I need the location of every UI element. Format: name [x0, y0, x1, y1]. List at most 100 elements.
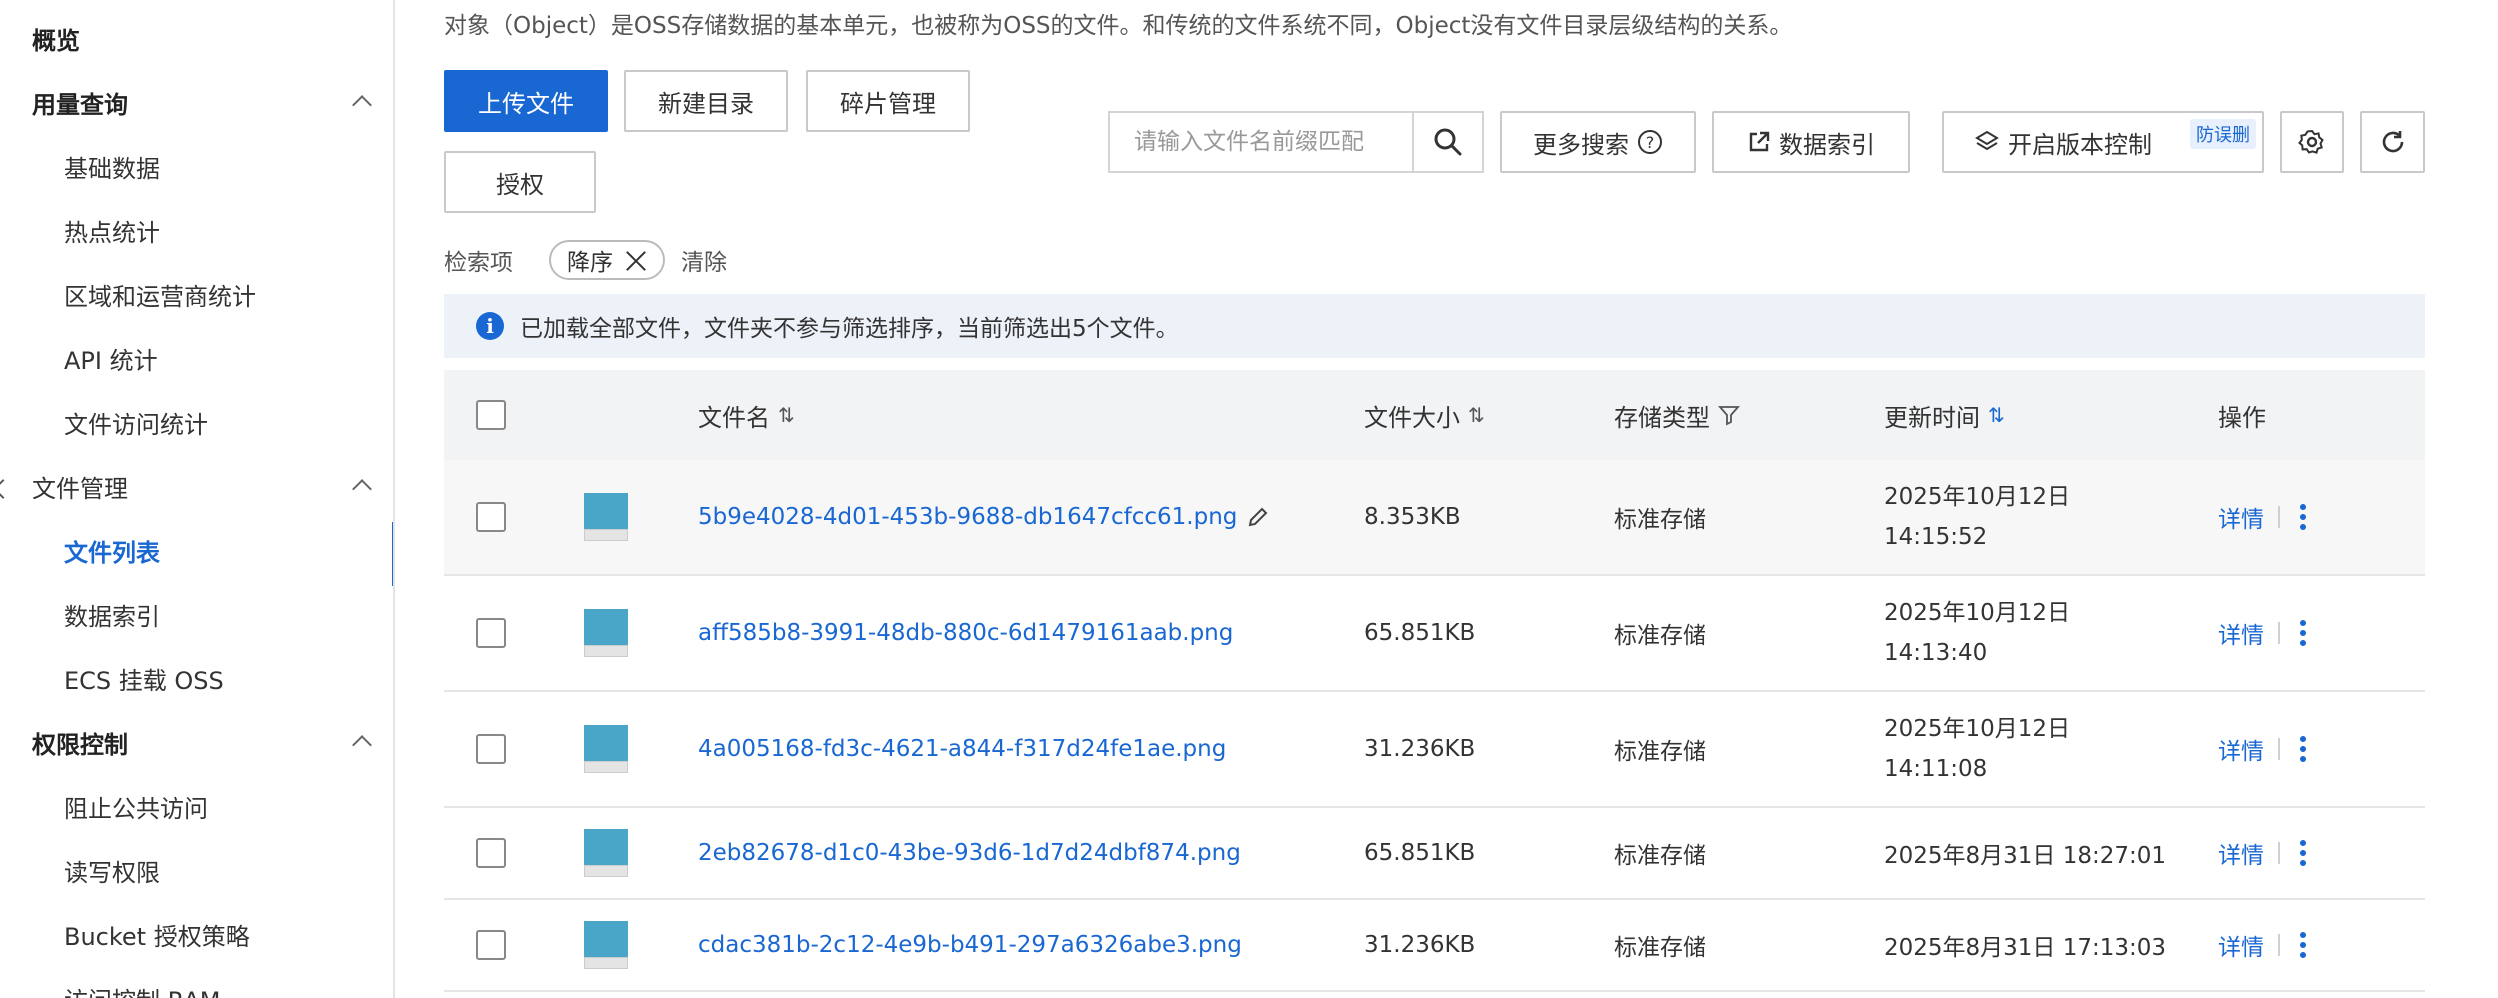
more-actions-icon[interactable]	[2294, 620, 2312, 646]
file-name-link[interactable]: aff585b8-3991-48db-880c-6d1479161aab.png	[698, 620, 1233, 646]
refresh-button[interactable]	[2360, 111, 2425, 173]
row-checkbox[interactable]	[476, 838, 506, 868]
gear-icon	[2298, 129, 2324, 154]
detail-link[interactable]: 详情	[2218, 616, 2264, 650]
table-row[interactable]: 5b9e4028-4d01-453b-9688-db1647cfcc61.png…	[444, 460, 2425, 576]
info-icon: i	[476, 312, 504, 340]
header-filename[interactable]: 文件名 ⇅	[698, 370, 795, 460]
anti-deletion-badge: 防误删	[2190, 119, 2256, 149]
sidebar-item-basic-data[interactable]: 基础数据	[0, 138, 393, 194]
sidebar-item-hotspot[interactable]: 热点统计	[0, 202, 393, 258]
edit-pencil-icon[interactable]	[1247, 506, 1269, 528]
sidebar-group-file-mgmt[interactable]: 文件管理	[0, 458, 393, 514]
sidebar-item-file-list[interactable]: 文件列表	[0, 522, 393, 586]
sidebar-item-file-access-stats[interactable]: 文件访问统计	[0, 394, 393, 450]
updated-time: 2025年10月12日 14:11:08	[1884, 716, 2071, 782]
search-input[interactable]	[1110, 113, 1412, 171]
sidebar-item-api-stats[interactable]: API 统计	[0, 330, 393, 386]
chevron-up-icon	[352, 95, 372, 115]
settings-button[interactable]	[2280, 111, 2344, 173]
row-checkbox[interactable]	[476, 618, 506, 648]
more-actions-icon[interactable]	[2294, 504, 2312, 530]
file-name-link[interactable]: cdac381b-2c12-4e9b-b491-297a6326abe3.png	[698, 932, 1242, 958]
layers-icon	[1975, 130, 1999, 151]
filter-row: 检索项 降序 清除	[444, 238, 727, 282]
clear-filters-link[interactable]: 清除	[681, 243, 727, 277]
header-storage-type[interactable]: 存储类型	[1614, 370, 1740, 460]
file-name-link[interactable]: 4a005168-fd3c-4621-a844-f317d24fe1ae.png	[698, 736, 1226, 762]
more-actions-icon[interactable]	[2294, 932, 2312, 958]
sidebar-item-region-stats[interactable]: 区域和运营商统计	[0, 266, 393, 322]
sidebar-collapse-handle[interactable]	[0, 470, 8, 510]
detail-link[interactable]: 详情	[2218, 928, 2264, 962]
detail-link[interactable]: 详情	[2218, 836, 2264, 870]
file-size: 31.236KB	[1364, 736, 1476, 762]
sidebar-item-bucket-policy[interactable]: Bucket 授权策略	[0, 906, 393, 962]
authorize-button[interactable]: 授权	[444, 151, 596, 213]
external-link-icon	[1749, 131, 1770, 152]
table-row[interactable]: 2eb82678-d1c0-43be-93d6-1d7d24dbf874.png…	[444, 808, 2425, 900]
row-checkbox[interactable]	[476, 502, 506, 532]
row-checkbox[interactable]	[476, 930, 506, 960]
sidebar-item-data-index[interactable]: 数据索引	[0, 586, 393, 642]
sidebar-item-ram[interactable]: 访问控制 RAM	[0, 970, 393, 998]
storage-type: 标准存储	[1614, 739, 1706, 765]
upload-file-button[interactable]: 上传文件	[444, 70, 608, 132]
table-row[interactable]: aff585b8-3991-48db-880c-6d1479161aab.png…	[444, 576, 2425, 692]
help-circle-icon: ?	[1638, 130, 1662, 154]
sort-icon[interactable]: ⇅	[778, 403, 795, 427]
file-size: 31.236KB	[1364, 932, 1476, 958]
sidebar: 概览 用量查询 基础数据 热点统计 区域和运营商统计 API 统计 文件访问统计…	[0, 0, 395, 998]
sort-icon[interactable]: ⇅	[1468, 403, 1485, 427]
table-header: 文件名 ⇅ 文件大小 ⇅ 存储类型 更新时间 ⇅ 操作	[444, 370, 2425, 460]
sort-desc-icon[interactable]: ⇅	[1988, 403, 2005, 427]
updated-time: 2025年10月12日 14:13:40	[1884, 600, 2071, 666]
filter-chip-descending: 降序	[549, 240, 665, 280]
sidebar-item-rw-permission[interactable]: 读写权限	[0, 842, 393, 898]
file-name-link[interactable]: 2eb82678-d1c0-43be-93d6-1d7d24dbf874.png	[698, 840, 1241, 866]
image-thumbnail-icon[interactable]	[584, 493, 628, 541]
sidebar-group-usage[interactable]: 用量查询	[0, 74, 393, 130]
sidebar-item-block-public[interactable]: 阻止公共访问	[0, 778, 393, 834]
image-thumbnail-icon[interactable]	[584, 921, 628, 969]
header-actions: 操作	[2218, 403, 2266, 432]
file-name-link[interactable]: 5b9e4028-4d01-453b-9688-db1647cfcc61.png	[698, 504, 1237, 530]
detail-link[interactable]: 详情	[2218, 732, 2264, 766]
row-checkbox[interactable]	[476, 734, 506, 764]
storage-type: 标准存储	[1614, 507, 1706, 533]
storage-type: 标准存储	[1614, 935, 1706, 961]
sidebar-item-ecs-mount[interactable]: ECS 挂载 OSS	[0, 650, 393, 706]
info-banner: i 已加载全部文件，文件夹不参与筛选排序，当前筛选出5个文件。	[444, 294, 2425, 358]
image-thumbnail-icon[interactable]	[584, 609, 628, 657]
file-size: 8.353KB	[1364, 504, 1461, 530]
chevron-up-icon	[352, 735, 372, 755]
sidebar-item-overview[interactable]: 概览	[0, 10, 393, 66]
chevron-up-icon	[352, 479, 372, 499]
updated-time: 2025年8月31日 18:27:01	[1884, 843, 2167, 869]
image-thumbnail-icon[interactable]	[584, 725, 628, 773]
image-thumbnail-icon[interactable]	[584, 829, 628, 877]
select-all-checkbox[interactable]	[476, 400, 506, 430]
svg-text:?: ?	[1646, 133, 1655, 152]
storage-type: 标准存储	[1614, 843, 1706, 869]
filter-icon[interactable]	[1718, 404, 1740, 426]
table-row[interactable]: cdac381b-2c12-4e9b-b491-297a6326abe3.png…	[444, 900, 2425, 992]
header-updated-time[interactable]: 更新时间 ⇅	[1884, 370, 2005, 460]
more-actions-icon[interactable]	[2294, 736, 2312, 762]
data-index-button[interactable]: 数据索引	[1712, 111, 1910, 173]
table-row[interactable]: 4a005168-fd3c-4621-a844-f317d24fe1ae.png…	[444, 692, 2425, 808]
fragment-management-button[interactable]: 碎片管理	[806, 70, 970, 132]
file-table: 文件名 ⇅ 文件大小 ⇅ 存储类型 更新时间 ⇅ 操作 5b9e4028-4d01-4…	[444, 370, 2425, 992]
search-button[interactable]	[1412, 113, 1482, 171]
enable-versioning-button[interactable]: 开启版本控制 防误删	[1942, 111, 2264, 173]
storage-type: 标准存储	[1614, 623, 1706, 649]
refresh-icon	[2382, 131, 2403, 153]
search-icon	[1434, 128, 1462, 156]
close-icon[interactable]	[625, 249, 647, 271]
new-directory-button[interactable]: 新建目录	[624, 70, 788, 132]
header-filesize[interactable]: 文件大小 ⇅	[1364, 370, 1485, 460]
more-actions-icon[interactable]	[2294, 840, 2312, 866]
sidebar-group-access-control[interactable]: 权限控制	[0, 714, 393, 770]
detail-link[interactable]: 详情	[2218, 500, 2264, 534]
more-search-button[interactable]: 更多搜索 ?	[1500, 111, 1696, 173]
